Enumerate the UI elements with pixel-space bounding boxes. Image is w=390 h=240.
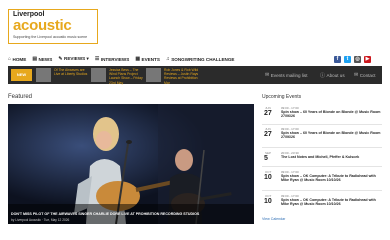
site-logo[interactable]: Liverpool acoustic Supporting the Liverp… bbox=[8, 9, 98, 44]
nav-home[interactable]: ⌂ HOME bbox=[8, 56, 26, 62]
nav-label: INTERVIEWS bbox=[100, 56, 130, 62]
songwriting-icon: ♫ bbox=[165, 56, 170, 62]
nav-songwriting[interactable]: ♫ SONGWRITING CHALLENGE bbox=[166, 56, 235, 62]
event-item[interactable]: OCT 10 09:00 - 17:00 Spin show – OK Comp… bbox=[262, 193, 382, 211]
logo-line2: acoustic bbox=[13, 17, 72, 34]
news-icon: ▤ bbox=[32, 56, 38, 62]
featured-caption[interactable]: DON'T MISS PILOT OF THE AIRWAVES SINGER … bbox=[11, 212, 199, 216]
concert-photo bbox=[8, 104, 254, 224]
event-item[interactable]: JUN 27 09:00 - 17:00 Spin show – 60 Year… bbox=[262, 126, 382, 144]
link-label: Contact bbox=[359, 72, 376, 78]
twitter-icon[interactable]: t bbox=[344, 56, 351, 63]
event-title[interactable]: The Lost Notes and Michell, Pfeffer & Ku… bbox=[281, 155, 381, 159]
link-label: Events mailing list bbox=[270, 72, 308, 78]
interviews-icon: ☰ bbox=[94, 56, 100, 62]
featured-meta: by Liverpool Acoustic · Tue, May 12 2026 bbox=[11, 218, 70, 222]
divider bbox=[262, 124, 382, 125]
ticker-thumb[interactable] bbox=[36, 68, 51, 82]
view-calendar-link[interactable]: View Calendar bbox=[262, 217, 285, 221]
info-icon: ⓘ bbox=[320, 73, 326, 79]
ticker-thumb[interactable] bbox=[91, 68, 106, 82]
facebook-icon[interactable]: f bbox=[334, 56, 341, 63]
divider bbox=[262, 166, 382, 167]
event-day: 5 bbox=[264, 155, 268, 162]
ticker-badge: NEW bbox=[11, 69, 32, 81]
nav-reviews[interactable]: ✎ REVIEWS ▾ bbox=[58, 56, 88, 62]
featured-heading: Featured bbox=[8, 94, 33, 100]
event-title[interactable]: Spin show – OK Computer: A Tribute to Ra… bbox=[281, 198, 381, 207]
ticker-item[interactable]: Jessica Bess – The Wind Plans Project La… bbox=[109, 68, 145, 85]
logo-tagline: Supporting the Liverpool acoustic music … bbox=[13, 35, 88, 39]
home-icon: ⌂ bbox=[8, 56, 12, 62]
event-title[interactable]: Spin show – 60 Years of Blonde on Blonde… bbox=[281, 131, 381, 140]
instagram-icon[interactable]: ◎ bbox=[354, 56, 361, 63]
events-icon: ▦ bbox=[135, 56, 141, 62]
contact-icon: ✉ bbox=[354, 72, 359, 78]
youtube-icon[interactable]: ▶ bbox=[364, 56, 371, 63]
upcoming-heading: Upcoming Events bbox=[262, 94, 302, 100]
main-nav: ⌂ HOME ▤ NEWS ✎ REVIEWS ▾ ☰ INTERVIEWS ▦ EVEN… bbox=[8, 53, 240, 65]
nav-events[interactable]: ▦ EVENTS bbox=[135, 56, 160, 62]
event-item[interactable]: JUN 27 09:00 - 17:00 Spin show – 60 Year… bbox=[262, 105, 382, 123]
events-mailing-list-link[interactable]: ✉ Events mailing list bbox=[265, 72, 307, 78]
page: Liverpool acoustic Supporting the Liverp… bbox=[0, 0, 390, 240]
about-us-link[interactable]: ⓘ About us bbox=[320, 72, 345, 79]
nav-news[interactable]: ▤ NEWS bbox=[32, 56, 52, 62]
ticker-thumb[interactable] bbox=[146, 68, 161, 82]
event-day: 10 bbox=[264, 198, 272, 205]
event-day: 27 bbox=[264, 131, 272, 138]
event-day: 10 bbox=[264, 174, 272, 181]
featured-image[interactable]: DON'T MISS PILOT OF THE AIRWAVES SINGER … bbox=[8, 104, 254, 224]
reviews-icon: ✎ bbox=[58, 56, 63, 62]
event-day: 27 bbox=[264, 110, 272, 117]
divider bbox=[262, 147, 382, 148]
link-label: About us bbox=[326, 73, 345, 78]
nav-label: SONGWRITING CHALLENGE bbox=[171, 56, 235, 62]
ticker-item[interactable]: Rob Jones & Rob Wild Reviews – Justin Ra… bbox=[164, 68, 200, 85]
event-title[interactable]: Spin show – OK Computer: A Tribute to Ra… bbox=[281, 174, 381, 183]
event-item[interactable]: OCT 10 09:00 - 17:00 Spin show – OK Comp… bbox=[262, 169, 382, 187]
ticker-item[interactable]: Of The Airwaves are Live at Liberty Stud… bbox=[54, 68, 90, 76]
contact-link[interactable]: ✉ Contact bbox=[354, 72, 376, 78]
nav-label: EVENTS bbox=[141, 56, 160, 62]
event-title[interactable]: Spin show – 60 Years of Blonde on Blonde… bbox=[281, 110, 381, 119]
divider bbox=[262, 190, 382, 191]
news-ticker: NEW Of The Airwaves are Live at Liberty … bbox=[8, 66, 382, 85]
nav-label: REVIEWS ▾ bbox=[64, 56, 89, 61]
mail-icon: ✉ bbox=[265, 72, 270, 78]
nav-label: HOME bbox=[12, 56, 27, 62]
nav-label: NEWS bbox=[38, 56, 53, 62]
nav-interviews[interactable]: ☰ INTERVIEWS bbox=[95, 56, 130, 62]
